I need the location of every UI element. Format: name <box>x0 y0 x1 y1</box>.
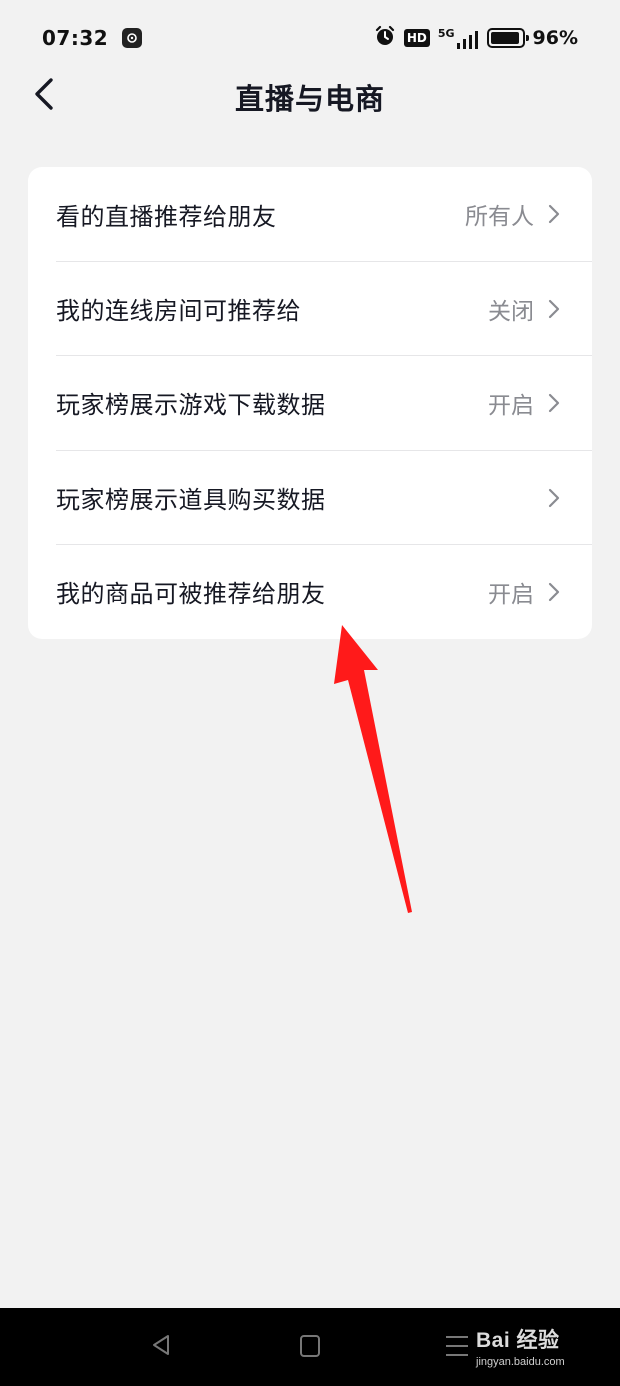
watermark-url: jingyan.baidu.com <box>476 1356 565 1368</box>
setting-label: 玩家榜展示道具购买数据 <box>56 486 326 514</box>
watermark: Bai 经验 jingyan.baidu.com <box>476 1324 616 1380</box>
alarm-icon <box>374 25 396 51</box>
chevron-right-icon <box>548 488 560 507</box>
watermark-brand: Bai 经验 <box>476 1329 560 1352</box>
page-title: 直播与电商 <box>234 82 385 116</box>
settings-card: 看的直播推荐给朋友 所有人 我的连线房间可推荐给 关闭 玩家榜展示游戏下载数据 … <box>28 167 592 639</box>
setting-value: 关闭 <box>488 298 534 325</box>
status-time: 07:32 <box>42 26 109 50</box>
setting-label: 我的商品可被推荐给朋友 <box>56 580 326 608</box>
red-arrow-annotation <box>334 625 412 913</box>
shield-app-icon <box>122 28 143 48</box>
header: 直播与电商 <box>0 60 620 130</box>
network-label: 5G <box>437 26 455 40</box>
setting-label: 看的直播推荐给朋友 <box>56 202 277 231</box>
square-home-icon[interactable] <box>300 1335 320 1357</box>
setting-value: 开启 <box>488 581 534 608</box>
chevron-right-icon <box>548 204 560 224</box>
signal-indicator: 5G <box>438 28 479 49</box>
setting-label: 玩家榜展示游戏下载数据 <box>56 391 326 419</box>
chevron-right-icon <box>548 299 560 318</box>
setting-value: 开启 <box>488 392 534 419</box>
setting-row-live-recommend[interactable]: 看的直播推荐给朋友 所有人 <box>56 167 592 261</box>
menu-lines-icon[interactable] <box>446 1336 468 1363</box>
system-navigation-bar: Bai 经验 jingyan.baidu.com <box>0 1308 620 1386</box>
setting-label: 我的连线房间可推荐给 <box>56 297 301 325</box>
setting-row-linked-room[interactable]: 我的连线房间可推荐给 关闭 <box>56 261 592 355</box>
signal-bars-icon <box>456 30 478 49</box>
setting-row-game-download[interactable]: 玩家榜展示游戏下载数据 开启 <box>56 355 592 449</box>
triangle-back-icon[interactable] <box>150 1334 172 1360</box>
chevron-right-icon <box>548 582 560 601</box>
setting-row-item-purchase[interactable]: 玩家榜展示道具购买数据 <box>56 450 592 544</box>
setting-value: 所有人 <box>465 204 534 230</box>
battery-icon <box>486 28 529 48</box>
battery-fill <box>490 32 520 44</box>
chevron-right-icon <box>548 393 560 412</box>
hd-badge: HD <box>403 29 430 47</box>
battery-percent: 96% <box>532 27 578 49</box>
